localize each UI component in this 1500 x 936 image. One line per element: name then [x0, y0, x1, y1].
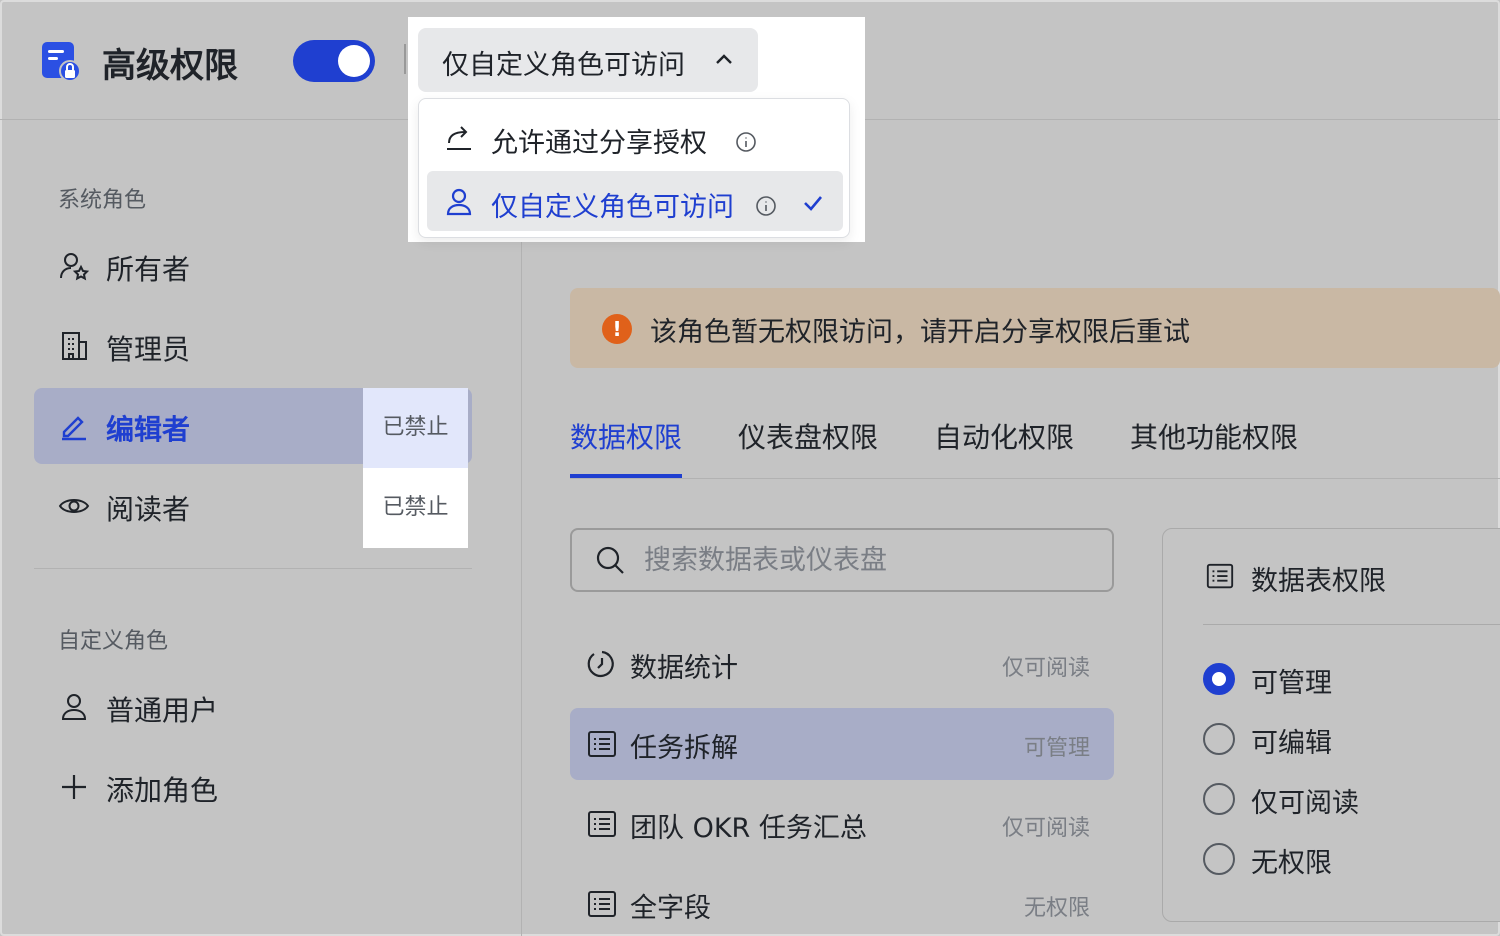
warning-alert: ! 该角色暂无权限访问，请开启分享权限后重试	[570, 288, 1500, 368]
user-icon	[61, 694, 87, 720]
share-icon	[447, 126, 471, 150]
panel-divider	[1203, 624, 1500, 625]
check-icon	[804, 196, 822, 211]
sidebar-item-label: 普通用户	[106, 694, 219, 727]
tab-other-permission[interactable]: 其他功能权限	[1130, 416, 1298, 456]
menu-item-allow-share[interactable]: 允许通过分享授权	[427, 107, 843, 167]
tab-data-permission[interactable]: 数据权限	[570, 416, 682, 456]
table-row[interactable]: 任务拆解 可管理	[570, 708, 1114, 780]
radio-label: 仅可阅读	[1251, 788, 1359, 819]
system-roles-heading: 系统角色	[58, 188, 147, 213]
access-mode-select[interactable]: 仅自定义角色可访问	[418, 28, 758, 92]
table-icon	[588, 731, 616, 757]
table-row[interactable]: 全字段 无权限	[570, 868, 1114, 936]
table-permission: 无权限	[1023, 896, 1090, 921]
table-icon	[588, 891, 616, 917]
table-name: 团队 OKR 任务汇总	[630, 813, 867, 844]
user-icon	[446, 188, 472, 216]
eye-icon	[58, 499, 90, 513]
add-role-label: 添加角色	[106, 774, 219, 807]
menu-item-label: 允许通过分享授权	[491, 128, 707, 159]
radio-label: 可编辑	[1251, 728, 1332, 759]
sidebar-item-label: 所有者	[106, 253, 191, 286]
radio-indicator	[1203, 663, 1235, 695]
table-icon	[588, 811, 616, 837]
info-icon[interactable]	[735, 131, 757, 153]
search-box[interactable]	[570, 528, 1114, 592]
sidebar-item-owner[interactable]: 所有者	[34, 228, 472, 304]
table-name: 数据统计	[630, 653, 738, 684]
radio-indicator	[1203, 723, 1235, 755]
dashboard-icon	[587, 650, 614, 678]
radio-no-permission[interactable]: 无权限	[1203, 839, 1463, 879]
access-mode-value: 仅自定义角色可访问	[442, 50, 685, 81]
search-input[interactable]	[644, 540, 1084, 580]
header-divider	[404, 44, 406, 74]
sidebar-item-normal-user[interactable]: 普通用户	[34, 669, 472, 745]
radio-indicator	[1203, 783, 1235, 815]
menu-item-custom-only[interactable]: 仅自定义角色可访问	[427, 171, 843, 231]
tab-automation-permission[interactable]: 自动化权限	[934, 416, 1074, 456]
page-title: 高级权限	[102, 46, 238, 86]
access-mode-menu: 允许通过分享授权 仅自定义角色可访问	[418, 98, 850, 238]
sidebar-item-label: 管理员	[106, 333, 191, 366]
table-permission-panel: 数据表权限 可管理 可编辑 仅可阅读 无权限	[1162, 528, 1500, 922]
table-name: 全字段	[630, 893, 711, 924]
plus-icon	[62, 775, 86, 799]
sidebar-item-admin[interactable]: 管理员	[34, 308, 472, 384]
table-row[interactable]: 团队 OKR 任务汇总 仅可阅读	[570, 788, 1114, 860]
radio-label: 可管理	[1251, 668, 1332, 699]
toggle-knob	[338, 45, 370, 77]
building-icon	[62, 332, 87, 360]
search-icon	[596, 546, 624, 574]
radio-can-edit[interactable]: 可编辑	[1203, 719, 1463, 759]
table-icon	[1206, 563, 1234, 589]
warning-icon: !	[602, 314, 632, 344]
radio-can-manage[interactable]: 可管理	[1203, 659, 1463, 699]
table-name: 任务拆解	[630, 733, 738, 764]
advanced-permission-icon	[42, 42, 81, 82]
sidebar-separator	[521, 120, 522, 936]
tab-dashboard-permission[interactable]: 仪表盘权限	[738, 416, 878, 456]
table-permission: 仅可阅读	[1001, 816, 1090, 841]
custom-roles-heading: 自定义角色	[58, 629, 169, 654]
info-icon[interactable]	[755, 195, 777, 217]
editor-forbidden-badge: 已禁止	[363, 388, 468, 468]
reader-forbidden-badge: 已禁止	[363, 468, 468, 548]
sidebar-divider	[34, 568, 472, 569]
owner-icon	[60, 253, 90, 281]
radio-read-only[interactable]: 仅可阅读	[1203, 779, 1463, 819]
table-permission: 仅可阅读	[1001, 656, 1090, 681]
menu-item-label: 仅自定义角色可访问	[491, 192, 734, 223]
table-permission: 可管理	[1023, 736, 1090, 761]
radio-indicator	[1203, 843, 1235, 875]
tabs-divider	[570, 478, 1500, 479]
pen-icon	[62, 416, 86, 441]
add-role-button[interactable]: 添加角色	[34, 749, 472, 825]
alert-message: 该角色暂无权限访问，请开启分享权限后重试	[650, 317, 1190, 348]
sidebar-item-label: 编辑者	[106, 413, 191, 446]
permission-toggle[interactable]	[293, 40, 375, 82]
table-row[interactable]: 数据统计 仅可阅读	[570, 628, 1114, 700]
chevron-up-icon	[716, 54, 732, 64]
radio-label: 无权限	[1251, 848, 1332, 879]
sidebar-item-label: 阅读者	[106, 493, 191, 526]
panel-title: 数据表权限	[1251, 566, 1386, 597]
